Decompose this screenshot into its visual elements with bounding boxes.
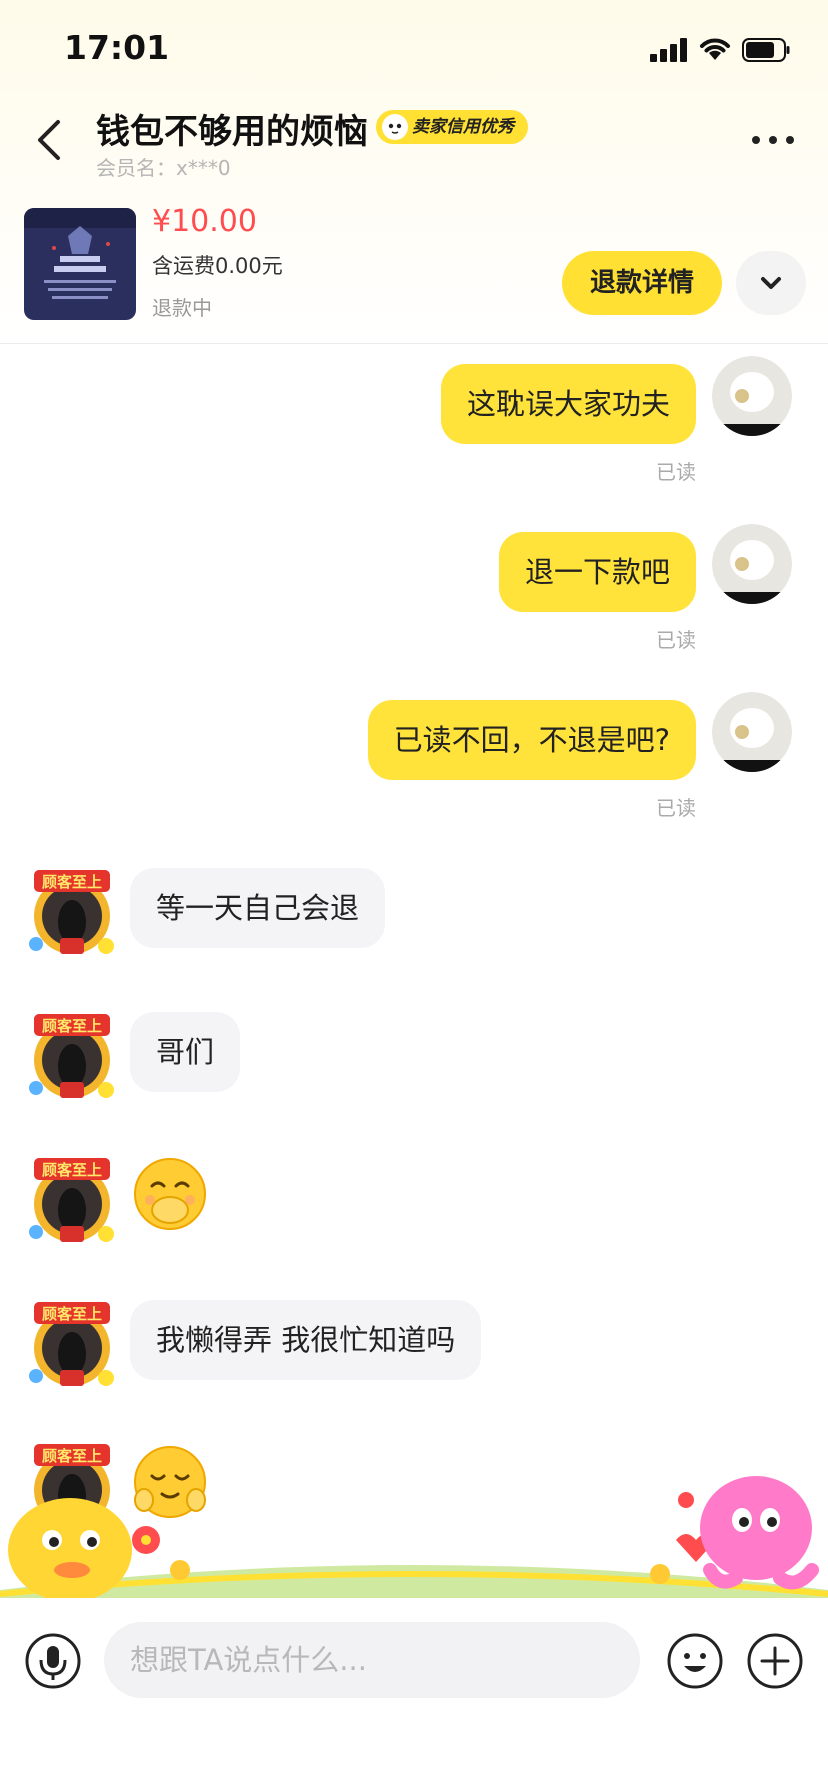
seller-avatar[interactable]: 顾客至上 [26, 862, 122, 962]
message-input-bar [0, 1598, 828, 1792]
back-arrow-icon[interactable] [30, 112, 70, 168]
message-bubble-theirs[interactable]: 我懒得弄 我很忙知道吗 [130, 1300, 482, 1380]
product-price: ¥10.00 [152, 204, 257, 239]
seller-avatar[interactable]: 顾客至上 [26, 1006, 122, 1106]
member-label: 会员名： [96, 156, 176, 180]
mascot-decoration-banner [0, 1476, 828, 1598]
message-bubble-theirs[interactable]: 哥们 [130, 1012, 241, 1092]
read-status: 已读 [656, 796, 696, 820]
message-bubble-mine[interactable]: 已读不回，不退是吧? [367, 700, 696, 780]
status-time: 17:01 [64, 28, 170, 67]
refund-details-button[interactable]: 退款详情 [562, 251, 722, 315]
chevron-down-icon[interactable] [736, 251, 806, 315]
svg-text:顾客至上: 顾客至上 [42, 1447, 102, 1465]
seller-avatar[interactable]: 顾客至上 [26, 1150, 122, 1250]
order-status: 退款中 [152, 296, 212, 320]
my-avatar[interactable] [712, 692, 792, 772]
shipping-fee: 含运费0.00元 [152, 254, 283, 278]
read-status: 已读 [656, 628, 696, 652]
svg-text:顾客至上: 顾客至上 [42, 1017, 102, 1035]
chat-header-area: 17:01 钱包不够用的烦恼 卖家信用优秀 会员名：x***0 ¥10.00 含… [0, 0, 828, 344]
svg-text:顾客至上: 顾客至上 [42, 873, 102, 891]
svg-text:顾客至上: 顾客至上 [42, 1161, 102, 1179]
signal-icon [650, 38, 690, 62]
message-bubble-mine[interactable]: 退一下款吧 [498, 532, 696, 612]
plus-icon[interactable] [746, 1632, 804, 1690]
product-thumbnail[interactable] [24, 208, 136, 320]
seller-badge-label: 卖家信用优秀 [412, 117, 514, 137]
microphone-icon[interactable] [24, 1632, 82, 1690]
member-name-line: 会员名：x***0 [96, 152, 231, 181]
svg-text:顾客至上: 顾客至上 [42, 1305, 102, 1323]
mascot-face-icon [382, 114, 408, 140]
message-input[interactable] [104, 1622, 640, 1698]
message-bubble-theirs[interactable]: 等一天自己会退 [130, 868, 386, 948]
more-options-icon[interactable] [748, 118, 798, 162]
emoji-icon[interactable] [666, 1632, 724, 1690]
seller-credit-badge[interactable]: 卖家信用优秀 [376, 110, 528, 144]
battery-icon [742, 38, 790, 62]
wifi-icon [700, 38, 730, 60]
covering-mouth-smile-emoji[interactable] [132, 1156, 208, 1232]
my-avatar[interactable] [712, 356, 792, 436]
member-name: x***0 [176, 156, 231, 180]
my-avatar[interactable] [712, 524, 792, 604]
message-bubble-mine[interactable]: 这耽误大家功夫 [440, 364, 696, 444]
status-bar: 17:01 [0, 0, 828, 100]
seller-avatar[interactable]: 顾客至上 [26, 1294, 122, 1394]
read-status: 已读 [656, 460, 696, 484]
chat-title[interactable]: 钱包不够用的烦恼 [96, 104, 368, 153]
